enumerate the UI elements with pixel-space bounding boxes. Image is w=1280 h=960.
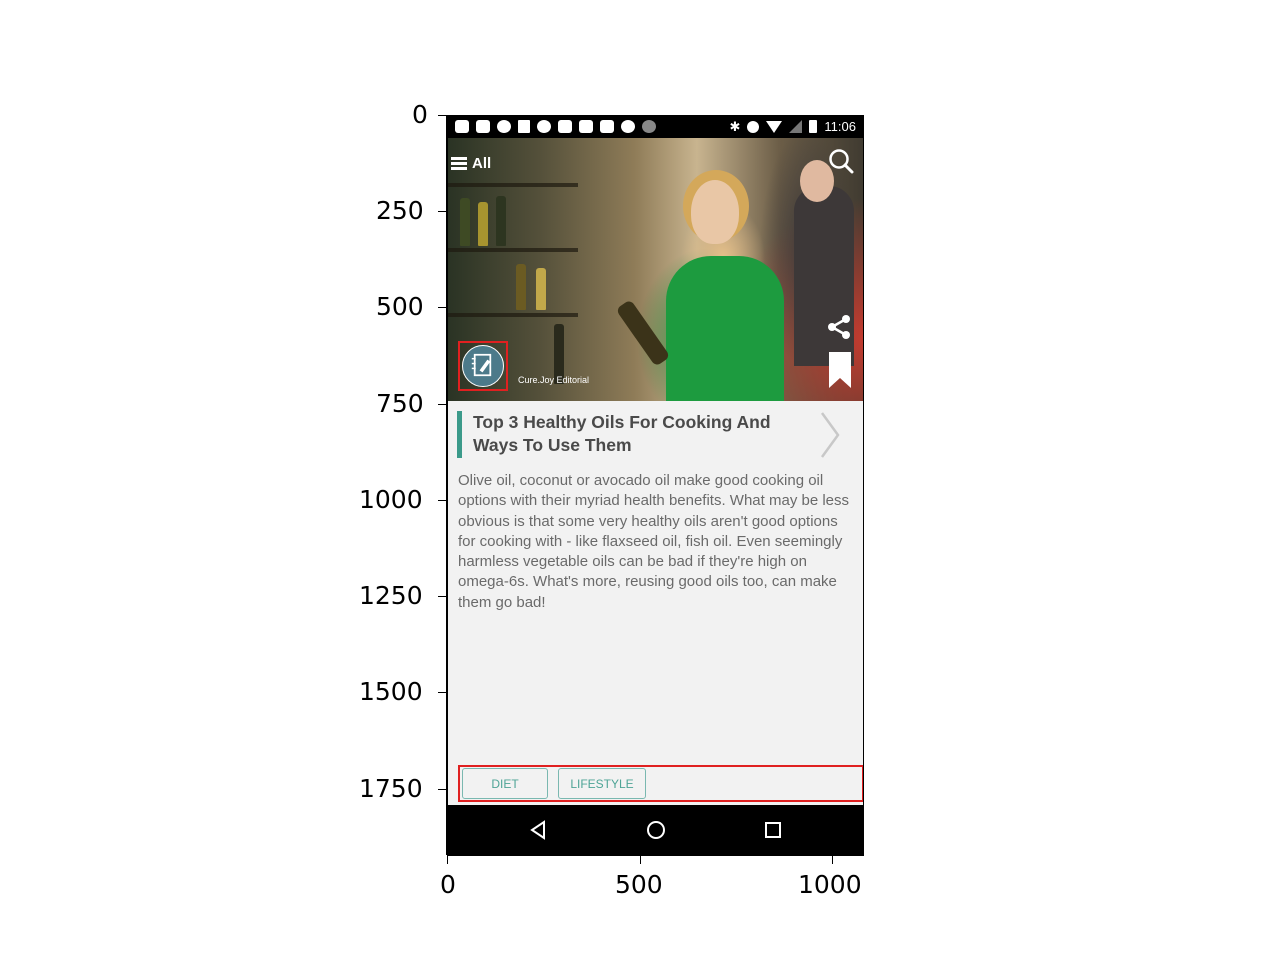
share-icon[interactable] xyxy=(825,313,853,341)
wifi-icon xyxy=(766,120,783,133)
chinese-app-icon xyxy=(600,120,614,133)
title-accent-bar xyxy=(457,411,462,458)
x-tick-label: 500 xyxy=(615,870,663,899)
system-icons: ✱ 11:06 xyxy=(730,119,856,135)
y-tick-label: 250 xyxy=(376,196,424,225)
navigation-bar xyxy=(448,805,863,855)
alarm-icon xyxy=(747,120,760,133)
article-card[interactable]: Top 3 Healthy Oils For Cooking And Ways … xyxy=(448,401,863,801)
x-tick xyxy=(447,855,448,864)
bottle-decoration xyxy=(478,202,488,246)
y-tick-label: 500 xyxy=(376,292,424,321)
bottle-decoration xyxy=(536,268,546,310)
signal-icon xyxy=(789,120,803,133)
facebook-icon xyxy=(476,120,490,133)
message-icon xyxy=(455,120,469,133)
y-tick xyxy=(438,404,447,405)
wrench-icon xyxy=(518,120,530,133)
chevron-right-icon[interactable] xyxy=(819,411,841,459)
x-tick-label: 1000 xyxy=(798,870,862,899)
author-name: Cure.Joy Editorial xyxy=(518,375,590,385)
battery-charging-icon xyxy=(809,120,818,133)
y-tick-label: 0 xyxy=(412,100,428,129)
menu-button[interactable]: All xyxy=(451,155,491,172)
y-tick-label: 1000 xyxy=(359,485,423,514)
y-tick xyxy=(438,789,447,790)
phone-screen: ✱ 11:06 All Cure.Joy Editorial Top 3 Hea… xyxy=(447,115,864,855)
back-icon[interactable] xyxy=(528,819,550,841)
y-tick-label: 1500 xyxy=(359,677,423,706)
facebook-icon xyxy=(558,120,572,133)
x-tick xyxy=(640,855,641,864)
bottle-decoration xyxy=(460,198,470,246)
x-tick-label: 0 xyxy=(440,870,456,899)
hamburger-icon xyxy=(451,157,467,170)
article-summary: Olive oil, coconut or avocado oil make g… xyxy=(458,472,850,611)
menu-label: All xyxy=(472,155,492,172)
info-icon xyxy=(642,120,656,133)
shelf-decoration xyxy=(448,183,578,187)
stopwatch-icon xyxy=(497,120,511,133)
tag-lifestyle[interactable]: LIFESTYLE xyxy=(558,768,646,799)
y-tick-label: 1250 xyxy=(359,581,423,610)
y-tick xyxy=(438,692,447,693)
y-tick xyxy=(438,596,447,597)
notification-icons xyxy=(455,120,656,133)
smiley-icon xyxy=(621,120,635,133)
shelf-decoration xyxy=(448,313,578,317)
bottle-decoration xyxy=(496,196,506,246)
y-tick xyxy=(438,500,447,501)
recents-icon[interactable] xyxy=(762,819,784,841)
bottle-decoration xyxy=(516,264,526,310)
bookmark-icon[interactable] xyxy=(828,352,852,388)
tag-diet[interactable]: DIET xyxy=(462,768,548,799)
x-tick xyxy=(832,855,833,864)
outlook-icon xyxy=(579,120,593,133)
y-tick-label: 750 xyxy=(376,389,424,418)
oil-bottle xyxy=(615,299,671,367)
bluetooth-icon: ✱ xyxy=(729,118,741,134)
y-tick xyxy=(438,211,447,212)
woman-figure xyxy=(666,256,784,401)
y-tick-label: 1750 xyxy=(359,774,423,803)
clock-time: 11:06 xyxy=(824,119,856,134)
y-tick xyxy=(438,307,447,308)
hero-image[interactable]: All Cure.Joy Editorial xyxy=(448,138,863,401)
author-avatar xyxy=(462,345,504,387)
smiley-icon xyxy=(537,120,551,133)
author-badge-highlight[interactable] xyxy=(458,341,508,391)
article-title[interactable]: Top 3 Healthy Oils For Cooking And Ways … xyxy=(473,411,818,457)
editorial-icon xyxy=(471,353,492,377)
status-bar: ✱ 11:06 xyxy=(448,115,863,138)
home-icon[interactable] xyxy=(645,819,667,841)
search-icon[interactable] xyxy=(828,148,854,174)
woman-head xyxy=(691,180,739,244)
y-tick xyxy=(438,115,447,116)
shelf-decoration xyxy=(448,248,578,252)
